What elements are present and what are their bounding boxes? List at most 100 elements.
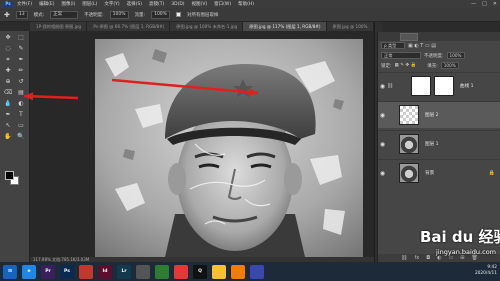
layer-row[interactable]: ◉ ⛓ 曲线 1	[378, 72, 500, 99]
crop-tool-icon[interactable]: ⌗	[2, 55, 14, 65]
visibility-eye-icon[interactable]: ◉	[378, 170, 387, 177]
system-tray: 9:42 2020/4/11	[475, 265, 497, 277]
qq-icon[interactable]: Q	[193, 264, 207, 279]
visibility-eye-icon[interactable]: ◉	[378, 83, 387, 90]
app-icon-7[interactable]	[136, 264, 150, 279]
layer-row[interactable]: ◉ 图层 1	[378, 130, 500, 157]
menu-type[interactable]: 文字(Y)	[104, 1, 119, 7]
filter-icons[interactable]: ▣ ◐ T ▭ ▤	[408, 43, 436, 49]
type-tool-icon[interactable]: T	[15, 110, 27, 120]
tool-preset-icon[interactable]: ✚	[4, 11, 10, 19]
lock-icon: 🔒	[488, 170, 495, 176]
layer-opacity-input[interactable]: 100%	[446, 52, 465, 59]
layer-name[interactable]: 图层 2	[425, 112, 439, 118]
healing-tool-icon[interactable]: ✚	[2, 66, 14, 76]
canvas-area[interactable]	[30, 31, 374, 259]
lightroom-icon[interactable]: Lr	[117, 264, 131, 279]
indesign-icon[interactable]: Id	[98, 264, 112, 279]
premiere-icon[interactable]: Pr	[41, 264, 55, 279]
doc-tab[interactable]: 原图.jpg @ 100% 未命名-1.jpg	[170, 22, 244, 31]
visibility-eye-icon[interactable]: ◉	[378, 141, 387, 148]
gradient-tool-icon[interactable]: ▤	[15, 88, 27, 98]
blur-tool-icon[interactable]: 💧	[2, 99, 14, 109]
panel-play-icon[interactable]	[400, 33, 418, 41]
layer-name[interactable]: 背景	[425, 170, 434, 176]
menu-help[interactable]: 帮助(H)	[238, 1, 254, 7]
mode-select[interactable]: 正常	[50, 10, 79, 19]
layer-fill-input[interactable]: 100%	[440, 62, 459, 69]
quick-select-tool-icon[interactable]: ✎	[15, 44, 27, 54]
doc-tab[interactable]: 1P-我的相册图 原图.jpg	[30, 22, 88, 31]
lock-label: 锁定:	[381, 63, 392, 69]
shape-tool-icon[interactable]: ▭	[15, 121, 27, 131]
lasso-tool-icon[interactable]: ◌	[2, 44, 14, 54]
app-icon-12[interactable]	[231, 264, 245, 279]
layer-mask-thumb[interactable]	[434, 76, 454, 96]
app-icon-9[interactable]	[174, 264, 188, 279]
opacity-label: 不透明度:	[84, 12, 104, 18]
maximize-button[interactable]: □	[482, 1, 487, 7]
menu-file[interactable]: 文件(F)	[17, 1, 32, 7]
menu-bar: Ps 文件(F) 编辑(E) 图像(I) 图层(L) 文字(Y) 选择(S) 滤…	[0, 0, 500, 8]
curves-adjustment-thumb	[411, 76, 431, 96]
lock-icons[interactable]: ▦ ✎ ✥ 🔒	[395, 63, 417, 68]
minimize-button[interactable]: —	[471, 1, 476, 7]
layer-row-selected[interactable]: ◉ 图层 2	[378, 101, 500, 128]
sample-all-checkbox[interactable]	[175, 12, 181, 17]
doc-tab-active[interactable]: 原图.jpg @ 117% (图层 1, RGB/8#)	[243, 22, 327, 31]
doc-tab[interactable]: 原图.jpg @ 100%	[327, 22, 374, 31]
blend-mode-select[interactable]: 正常	[381, 52, 421, 59]
eraser-tool-icon[interactable]: ⌫	[2, 88, 14, 98]
menu-image[interactable]: 图像(I)	[61, 1, 75, 7]
zoom-tool-icon[interactable]: 🔍	[15, 132, 27, 142]
watermark-brand: Bai du 经验	[420, 228, 500, 246]
brush-tool-icon[interactable]: ✏	[15, 66, 27, 76]
menu-3d[interactable]: 3D(D)	[171, 2, 184, 7]
flow-input[interactable]: 100%	[151, 10, 170, 19]
photoshop-icon[interactable]: Ps	[60, 264, 74, 279]
history-brush-tool-icon[interactable]: ↺	[15, 77, 27, 87]
pen-tool-icon[interactable]: ✒	[2, 110, 14, 120]
layer-row[interactable]: ◉ 背景 🔒	[378, 159, 500, 186]
blend-row: 正常 不透明度: 100%	[378, 52, 500, 59]
menu-edit[interactable]: 编辑(E)	[39, 1, 54, 7]
toolbox: ✥ ⬚ ◌ ✎ ⌗ ✒ ✚ ✏ ⊕ ↺ ⌫ ▤ 💧 ◐ ✒ T ↖ ▭ ✋ 🔍	[0, 31, 30, 262]
options-bar: ✚ 13 模式: 正常 不透明度: 100% 流量: 100% 对所有图层取样	[0, 8, 500, 22]
foreground-color-swatch[interactable]	[5, 171, 14, 180]
clone-stamp-tool-icon[interactable]: ⊕	[2, 77, 14, 87]
photoshop-logo: Ps	[3, 1, 13, 7]
path-select-tool-icon[interactable]: ↖	[2, 121, 14, 131]
marquee-tool-icon[interactable]: ⬚	[15, 33, 27, 43]
menu-layer[interactable]: 图层(L)	[82, 1, 97, 7]
hand-tool-icon[interactable]: ✋	[2, 132, 14, 142]
layer-name[interactable]: 曲线 1	[460, 83, 474, 89]
dodge-tool-icon[interactable]: ◐	[15, 99, 27, 109]
close-button[interactable]: ✕	[493, 1, 497, 7]
document-photo[interactable]	[95, 39, 363, 257]
move-tool-icon[interactable]: ✥	[2, 33, 14, 43]
menu-view[interactable]: 视图(V)	[192, 1, 208, 7]
link-icon[interactable]: ⛓	[401, 254, 407, 262]
menu-window[interactable]: 窗口(W)	[214, 1, 231, 7]
taskbar-apps: e Pr Ps Id Lr Q	[22, 264, 269, 279]
clock-date[interactable]: 2020/4/11	[475, 271, 497, 277]
layer-name[interactable]: 图层 1	[425, 141, 439, 147]
lock-row: 锁定: ▦ ✎ ✥ 🔒 填充: 100%	[378, 62, 500, 69]
visibility-eye-icon[interactable]: ◉	[378, 112, 387, 119]
chrome-icon[interactable]	[212, 264, 226, 279]
menu-select[interactable]: 选择(S)	[127, 1, 142, 7]
explorer-icon[interactable]	[250, 264, 264, 279]
brush-size-picker[interactable]: 13	[15, 10, 28, 19]
app-icon-8[interactable]	[155, 264, 169, 279]
ie-icon[interactable]: e	[22, 264, 36, 279]
start-button-icon[interactable]: ⊞	[3, 264, 17, 279]
window-controls: — □ ✕	[471, 1, 497, 7]
layers-filter-row: ρ 类型 ▣ ◐ T ▭ ▤	[378, 42, 500, 49]
eyedropper-tool-icon[interactable]: ✒	[15, 55, 27, 65]
baidu-jingyan-watermark: Bai du 经验 jingyan.baidu.com	[408, 226, 500, 258]
doc-tab[interactable]: Ps-原图 @ 66.7% (图层 1, RGB/8#)	[87, 22, 171, 31]
app-icon-4[interactable]	[79, 264, 93, 279]
opacity-input[interactable]: 100%	[109, 10, 129, 19]
layer-filter-select[interactable]: ρ 类型	[381, 42, 405, 49]
menu-filter[interactable]: 滤镜(T)	[149, 1, 164, 7]
